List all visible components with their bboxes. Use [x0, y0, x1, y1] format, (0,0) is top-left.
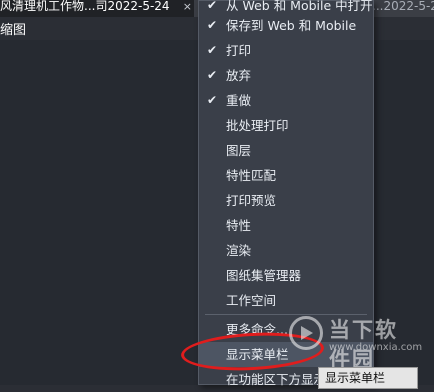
menu-item-save-web-mobile[interactable]: ✔ 保存到 Web 和 Mobile — [199, 13, 373, 38]
tab-title: 风清理机工作物...司2022-5-24 — [0, 0, 170, 13]
menu-item-print[interactable]: ✔ 打印 — [199, 38, 373, 63]
menu-item-label: 打印预览 — [226, 193, 277, 208]
checkmark-icon: ✔ — [207, 68, 218, 82]
menu-item-label: 渲染 — [226, 243, 252, 258]
menu-item-layers[interactable]: 图层 — [199, 138, 373, 163]
menu-item-match-properties[interactable]: 特性匹配 — [199, 163, 373, 188]
menu-item-label: 特性 — [226, 218, 252, 233]
menu-item-label: 工作空间 — [226, 293, 277, 308]
menu-item-label: 在功能区下方显示 — [226, 372, 327, 387]
menu-item-label: 批处理打印 — [226, 118, 289, 133]
menu-item-label: 打印 — [226, 43, 252, 58]
menu-item-sheet-set-manager[interactable]: 图纸集管理器 — [199, 263, 373, 288]
watermark: 当下软件园 www.downxia.com — [289, 312, 423, 372]
menu-item-label: 图层 — [226, 143, 252, 158]
menu-item-properties[interactable]: 特性 — [199, 213, 373, 238]
menu-item-batch-plot[interactable]: 批处理打印 — [199, 113, 373, 138]
menu-item-undo[interactable]: ✔ 放弃 — [199, 63, 373, 88]
menu-item-redo[interactable]: ✔ 重做 — [199, 88, 373, 113]
checkmark-icon: ✔ — [207, 18, 218, 32]
menu-item-render[interactable]: 渲染 — [199, 238, 373, 263]
watermark-logo-icon — [289, 316, 323, 350]
menu-item-label: 放弃 — [226, 68, 252, 83]
document-tab-other[interactable]: ...2022-5-24 — [372, 0, 434, 17]
watermark-url: www.downxia.com — [329, 342, 423, 353]
menu-item-label: 特性匹配 — [226, 168, 277, 183]
tooltip: 显示菜单栏 — [318, 367, 418, 389]
menu-item-workspace[interactable]: 工作空间 — [199, 288, 373, 313]
tab-close-icon[interactable]: × — [183, 0, 192, 13]
checkmark-icon: ✔ — [207, 43, 218, 57]
document-tab-active[interactable]: 风清理机工作物...司2022-5-24 × — [0, 0, 194, 17]
view-label[interactable]: 缩图 — [0, 19, 26, 38]
tab-title: ...2022-5-24 — [372, 0, 434, 13]
checkmark-icon: ✔ — [207, 93, 218, 107]
menu-item-label: 保存到 Web 和 Mobile — [226, 18, 357, 33]
menu-item-label: 图纸集管理器 — [226, 268, 302, 283]
menu-item-plot-preview[interactable]: 打印预览 — [199, 188, 373, 213]
menu-item-label: 重做 — [226, 93, 252, 108]
